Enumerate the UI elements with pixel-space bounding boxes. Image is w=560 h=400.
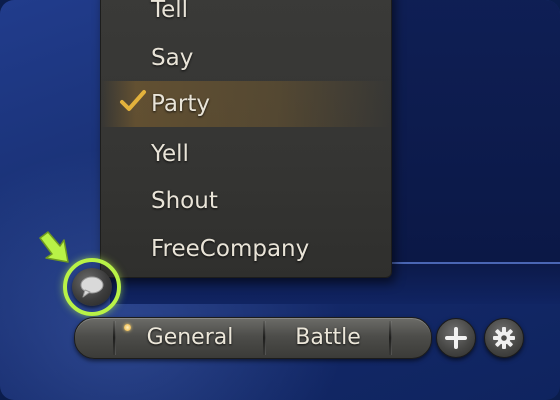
unread-indicator-dot: [124, 324, 131, 331]
tab-label: General: [146, 325, 234, 350]
tab-divider: [263, 321, 266, 355]
plus-icon: [445, 327, 467, 349]
menu-item-tell[interactable]: Tell: [101, 0, 391, 33]
menu-item-label: Party: [151, 91, 211, 117]
checkmark-icon: [120, 90, 146, 111]
settings-button[interactable]: [484, 318, 524, 358]
menu-item-label: Shout: [151, 188, 218, 214]
menu-item-party[interactable]: Party: [101, 81, 391, 127]
menu-item-yell[interactable]: Yell: [101, 131, 391, 177]
menu-item-freecompany[interactable]: FreeCompany: [101, 226, 391, 272]
menu-item-label: Tell: [151, 0, 189, 23]
tab-divider: [113, 321, 116, 355]
arrow-pointer-icon: [39, 231, 69, 263]
add-tab-button[interactable]: [436, 318, 476, 358]
menu-item-label: FreeCompany: [151, 236, 310, 262]
menu-item-say[interactable]: Say: [101, 35, 391, 81]
tab-battle[interactable]: Battle: [267, 318, 389, 358]
menu-item-label: Yell: [151, 141, 189, 167]
game-ui-screen: Tell Say Party Yell Shout FreeCompany Ge…: [0, 0, 560, 400]
tab-divider: [389, 321, 392, 355]
highlight-ring: [63, 258, 121, 316]
tab-general[interactable]: General: [117, 318, 263, 358]
menu-item-label: Say: [151, 45, 194, 71]
tab-label: Battle: [295, 325, 361, 350]
gear-icon: [493, 327, 515, 349]
menu-item-shout[interactable]: Shout: [101, 178, 391, 224]
chat-mode-menu: Tell Say Party Yell Shout FreeCompany: [100, 0, 392, 278]
